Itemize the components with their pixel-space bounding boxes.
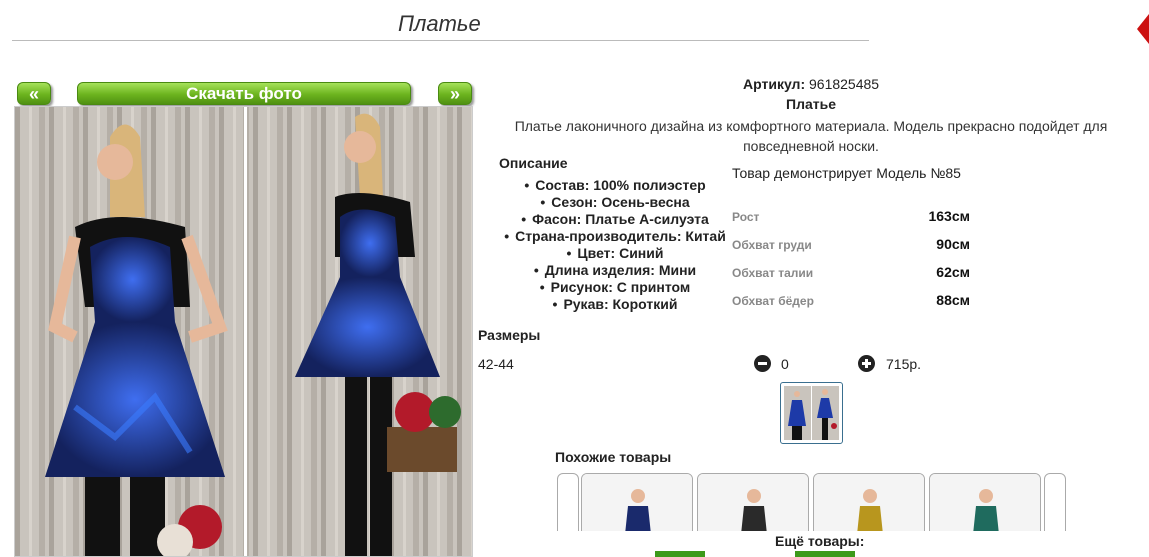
spec-item: Сезон: Осень-весна bbox=[497, 194, 733, 211]
more-link[interactable] bbox=[795, 551, 855, 557]
measurement-row: Рост 163см bbox=[732, 208, 970, 228]
spec-item: Рисунок: С принтом bbox=[497, 279, 733, 296]
article-value: 961825485 bbox=[809, 76, 880, 92]
measurement-value: 90см bbox=[936, 236, 970, 252]
more-products-label: Ещё товары: bbox=[775, 533, 865, 549]
spec-item: Цвет: Синий bbox=[497, 245, 733, 262]
title-divider bbox=[12, 40, 869, 41]
download-photo-button[interactable]: Скачать фото bbox=[77, 82, 411, 105]
measurement-row: Обхват бёдер 88см bbox=[732, 292, 970, 312]
spec-item: Длина изделия: Мини bbox=[497, 262, 733, 279]
prev-photo-button[interactable]: « bbox=[17, 82, 51, 105]
sizes-heading: Размеры bbox=[478, 327, 541, 343]
plus-icon[interactable] bbox=[858, 355, 875, 372]
more-products-links[interactable] bbox=[655, 551, 915, 557]
measurement-label: Обхват бёдер bbox=[732, 294, 814, 308]
spec-item: Состав: 100% полиэстер bbox=[497, 177, 733, 194]
measurement-label: Обхват груди bbox=[732, 238, 812, 252]
measurement-row: Обхват груди 90см bbox=[732, 236, 970, 256]
quantity-value: 0 bbox=[781, 356, 789, 372]
measurement-label: Рост bbox=[732, 210, 760, 224]
corner-arrow-icon[interactable] bbox=[1135, 14, 1149, 44]
measurement-value: 88см bbox=[936, 292, 970, 308]
measurement-label: Обхват талии bbox=[732, 266, 814, 280]
price: 715р. bbox=[886, 356, 922, 372]
article-line: Артикул: 961825485 bbox=[743, 76, 879, 92]
measurement-value: 62см bbox=[936, 264, 970, 280]
measurement-value: 163см bbox=[928, 208, 970, 224]
similar-heading: Похожие товары bbox=[555, 449, 672, 465]
measurement-row: Обхват талии 62см bbox=[732, 264, 970, 284]
specs-heading: Описание bbox=[499, 155, 568, 171]
next-photo-button[interactable]: » bbox=[438, 82, 472, 105]
article-label: Артикул: bbox=[743, 76, 806, 92]
product-description: Платье лаконичного дизайна из комфортног… bbox=[514, 118, 1108, 154]
specs-list: Состав: 100% полиэстер Сезон: Осень-весн… bbox=[497, 177, 733, 313]
size-label: 42-44 bbox=[478, 356, 514, 372]
more-link[interactable] bbox=[655, 551, 705, 557]
spec-item: Страна-производитель: Китай bbox=[497, 228, 733, 245]
product-name: Платье bbox=[786, 96, 836, 112]
page-title: Платье bbox=[398, 11, 481, 36]
model-caption: Товар демонстрирует Модель №85 bbox=[732, 165, 961, 181]
minus-icon[interactable] bbox=[754, 355, 771, 372]
product-photo[interactable] bbox=[14, 106, 473, 557]
spec-item: Рукав: Короткий bbox=[497, 296, 733, 313]
spec-item: Фасон: Платье А-силуэта bbox=[497, 211, 733, 228]
photo-thumbnail[interactable] bbox=[780, 382, 843, 444]
